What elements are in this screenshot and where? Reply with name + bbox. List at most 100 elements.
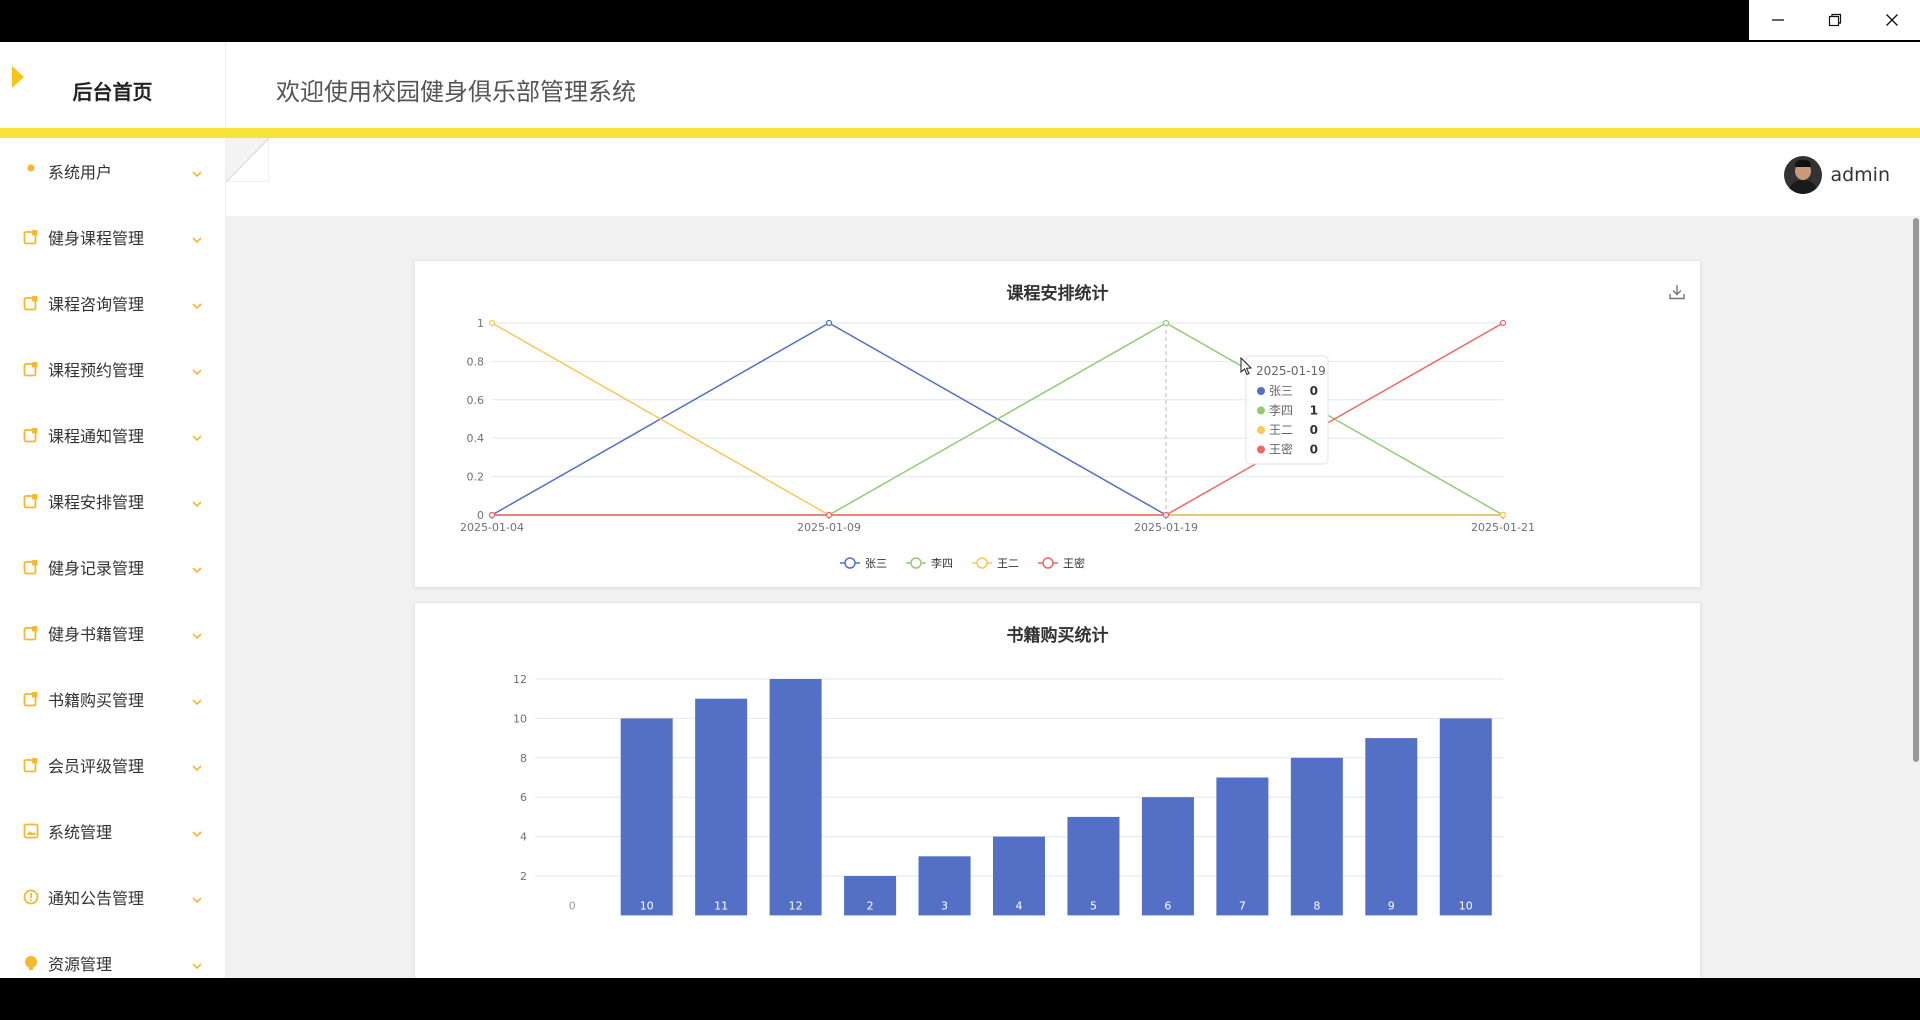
close-button[interactable] (1863, 0, 1920, 40)
legend-item[interactable]: 王密 (1038, 556, 1085, 570)
sidebar-item[interactable]: 课程预约管理 (0, 336, 225, 402)
collapse-sidebar-button[interactable] (224, 136, 270, 183)
chart-tooltip: 2025-01-19 张三 0 李四 1 王二 0 王密 0 (1245, 355, 1329, 465)
y-tick-label: 1 (477, 317, 484, 330)
sidebar-item[interactable]: 系统用户 (0, 138, 225, 204)
sidebar-item[interactable]: 资源管理 (0, 930, 225, 978)
sidebar-item[interactable]: 健身记录管理 (0, 534, 225, 600)
x-tick-label: 2025-01-19 (1134, 521, 1198, 534)
data-point[interactable] (1499, 319, 1507, 327)
image-icon (22, 822, 40, 840)
legend: 张三 李四 王二 王密 (840, 556, 1085, 570)
data-point[interactable] (488, 511, 496, 519)
chevron-down-icon (191, 692, 203, 711)
sidebar-item[interactable]: 会员评级管理 (0, 732, 225, 798)
tooltip-series-name: 王密 (1269, 442, 1293, 457)
tooltip-marker (1257, 387, 1265, 395)
legend-marker (910, 557, 922, 569)
main-content: 课程安排统计 0 0.2 0.4 0.6 0.8 1 2025-01-04 2025-01-0… (226, 216, 1920, 978)
data-point[interactable] (825, 511, 833, 519)
book-purchase-chart-card: 书籍购买统计 2 4 6 8 10 12 0 10 11 12 2 3 4 5 6 7 8 9 10 (414, 602, 1701, 978)
header: 后台首页 欢迎使用校园健身俱乐部管理系统 (0, 42, 1920, 138)
line-chart[interactable]: 0 0.2 0.4 0.6 0.8 1 2025-01-04 2025-01-09 2025-0… (415, 261, 1702, 589)
sidebar-item[interactable]: 课程安排管理 (0, 468, 225, 534)
bar-data-label: 6 (1164, 899, 1171, 912)
tooltip-value: 0 (1310, 423, 1318, 437)
bar-data-label: 3 (941, 899, 948, 912)
fold-corner-icon (224, 136, 270, 183)
data-point[interactable] (1162, 319, 1170, 327)
bar[interactable] (1365, 738, 1418, 916)
tooltip-marker (1257, 406, 1265, 415)
sidebar-item[interactable]: 书籍购买管理 (0, 666, 225, 732)
chevron-down-icon (191, 362, 203, 381)
chevron-down-icon (191, 956, 203, 975)
sidebar-item-label: 健身课程管理 (48, 229, 145, 248)
scrollbar-thumb[interactable] (1913, 218, 1919, 762)
sidebar-item-label: 会员评级管理 (48, 757, 145, 776)
bar-data-label: 12 (789, 899, 803, 912)
window-controls (1749, 0, 1920, 40)
tooltip-series-name: 张三 (1269, 384, 1293, 398)
bar[interactable] (1439, 718, 1492, 916)
bar-data-label: 5 (1090, 899, 1097, 912)
sidebar: 系统用户健身课程管理课程咨询管理 课程预约管理课程通知管理课程安排管理 健身记录管理… (0, 138, 226, 978)
bar[interactable] (1141, 797, 1194, 916)
series-line-1[interactable] (492, 322, 1504, 516)
sidebar-item-label: 课程通知管理 (48, 427, 145, 446)
sidebar-item[interactable]: 通知公告管理 (0, 864, 225, 930)
legend-item[interactable]: 李四 (906, 556, 953, 570)
x-tick-label: 2025-01-09 (797, 521, 861, 534)
edit-icon (22, 360, 40, 378)
tooltip-series-name: 李四 (1269, 403, 1293, 418)
legend-marker (844, 557, 856, 569)
sidebar-item[interactable]: 课程咨询管理 (0, 270, 225, 336)
tooltip-date: 2025-01-19 (1256, 364, 1326, 378)
bar[interactable] (695, 698, 748, 916)
edit-icon (22, 294, 40, 312)
bar-data-label: 11 (714, 899, 728, 912)
sidebar-item-label: 资源管理 (48, 955, 113, 974)
tooltip-marker (1257, 445, 1265, 454)
chevron-down-icon (191, 428, 203, 447)
window-titlebar (0, 0, 1920, 42)
sidebar-item[interactable]: 系统管理 (0, 798, 225, 864)
chevron-down-icon (191, 758, 203, 777)
edit-icon (22, 558, 40, 576)
legend-item[interactable]: 张三 (840, 557, 887, 570)
data-point[interactable] (825, 319, 833, 327)
sidebar-item[interactable]: 健身书籍管理 (0, 600, 225, 666)
chevron-down-icon (191, 824, 203, 843)
x-tick-label: 2025-01-21 (1471, 521, 1535, 534)
chevron-down-icon (191, 494, 203, 513)
bar-data-label: 7 (1239, 899, 1246, 912)
tooltip-value: 0 (1310, 384, 1318, 398)
tooltip-value: 1 (1310, 404, 1318, 418)
y-tick-label: 2 (520, 870, 527, 883)
legend-item[interactable]: 王二 (972, 557, 1019, 570)
sidebar-item[interactable]: 课程通知管理 (0, 402, 225, 468)
y-tick-label: 0.8 (467, 355, 485, 368)
user-menu[interactable]: admin (1784, 156, 1890, 194)
bar[interactable] (769, 679, 822, 916)
top-toolbar: admin (224, 136, 1920, 216)
data-point[interactable] (1499, 511, 1507, 519)
restore-button[interactable] (1806, 0, 1863, 40)
data-point[interactable] (488, 319, 496, 327)
y-tick-label: 10 (513, 712, 527, 725)
bar[interactable] (1290, 757, 1343, 916)
y-tick-label: 0.6 (467, 394, 485, 407)
bar-data-label: 2 (867, 899, 874, 912)
legend-label: 王二 (997, 557, 1019, 570)
bar-data-label: 9 (1388, 899, 1395, 912)
y-tick-label: 4 (520, 831, 527, 844)
data-point[interactable] (1162, 511, 1170, 519)
brand-title[interactable]: 后台首页 (0, 76, 225, 105)
bar[interactable] (620, 718, 673, 916)
tooltip-series-name: 王二 (1269, 423, 1293, 437)
bar-chart[interactable]: 2 4 6 8 10 12 0 10 11 12 2 3 4 5 6 7 8 9 10 (415, 603, 1702, 978)
bar[interactable] (1216, 777, 1269, 916)
sidebar-item[interactable]: 健身课程管理 (0, 204, 225, 270)
minimize-button[interactable] (1749, 0, 1806, 40)
chevron-down-icon (191, 296, 203, 315)
